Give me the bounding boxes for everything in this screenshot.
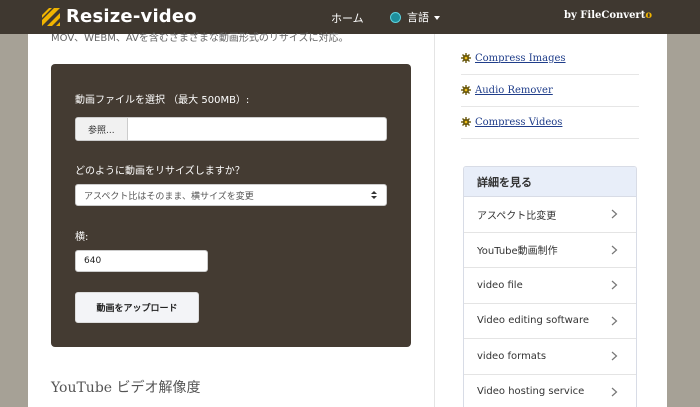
see-more-item-label: video file — [477, 279, 523, 291]
sidebar-link-compress-videos[interactable]: Compress Videos — [461, 106, 639, 139]
chevron-right-icon — [611, 351, 618, 361]
width-label: 横: — [75, 232, 89, 243]
select-arrows-icon — [371, 191, 377, 199]
language-label: 言語 — [407, 11, 429, 24]
globe-icon — [390, 11, 401, 23]
sidebar-link-label[interactable]: Audio Remover — [475, 85, 553, 96]
diagonal-bars-logo-icon — [42, 7, 60, 26]
sidebar-link-label[interactable]: Compress Images — [475, 53, 566, 64]
file-label: 動画ファイルを選択 （最大 500MB）: — [75, 95, 250, 106]
sidebar-link-label[interactable]: Compress Videos — [475, 117, 562, 128]
see-more-item[interactable]: video formats — [464, 339, 636, 375]
site-logo[interactable]: Resize-video — [42, 6, 197, 27]
see-more-item[interactable]: Video editing software — [464, 304, 636, 339]
nav-home-link[interactable]: ホーム — [331, 10, 364, 26]
resize-mode-select[interactable]: アスペクト比はそのまま、横サイズを変更 — [75, 184, 387, 206]
sidebar-link-compress-images[interactable]: Compress Images — [461, 42, 639, 75]
gear-icon — [461, 53, 471, 63]
chevron-right-icon — [611, 280, 618, 290]
chevron-right-icon — [611, 387, 618, 396]
gear-icon — [461, 117, 471, 127]
resize-form-panel: 動画ファイルを選択 （最大 500MB）: 参照... どのように動画をリサイズ… — [51, 64, 411, 347]
byline-text: by FileConvert — [564, 10, 646, 21]
width-input[interactable]: 640 — [75, 250, 208, 272]
language-menu[interactable]: 言語 — [390, 9, 440, 25]
browse-button[interactable]: 参照... — [76, 118, 128, 140]
see-more-item[interactable]: アスペクト比変更 — [464, 197, 636, 233]
see-more-item-label: アスペクト比変更 — [477, 210, 557, 222]
see-more-item[interactable]: video file — [464, 268, 636, 304]
chevron-right-icon — [611, 316, 618, 325]
byline-link[interactable]: by FileConverto — [564, 10, 652, 21]
see-more-item-label: YouTube動画制作 — [477, 246, 558, 258]
see-more-item-label: Video editing software — [477, 315, 589, 327]
gear-icon — [461, 85, 471, 95]
section-heading: YouTube ビデオ解像度 — [51, 380, 201, 396]
see-more-item[interactable]: Video hosting service — [464, 375, 636, 407]
see-more-box: 詳細を見る アスペクト比変更 YouTube動画制作 video file Vi… — [463, 166, 637, 407]
caret-down-icon — [434, 16, 440, 20]
resize-mode-label: どのように動画をリサイズしますか？ — [75, 166, 245, 177]
resize-mode-value: アスペクト比はそのまま、横サイズを変更 — [84, 191, 254, 202]
column-divider — [434, 34, 435, 407]
sidebar-link-audio-remover[interactable]: Audio Remover — [461, 74, 639, 107]
chevron-right-icon — [611, 209, 618, 219]
see-more-title: 詳細を見る — [464, 167, 636, 197]
byline-accent: o — [645, 10, 652, 21]
chevron-right-icon — [611, 245, 618, 254]
width-value: 640 — [84, 256, 102, 266]
file-input[interactable]: 参照... — [75, 117, 387, 141]
see-more-item-label: video formats — [477, 350, 547, 362]
site-name: Resize-video — [66, 6, 197, 27]
intro-text: MOV、WEBM、AVを含むさまざまな動画形式のリサイズに対応。 — [51, 33, 349, 44]
see-more-item[interactable]: YouTube動画制作 — [464, 233, 636, 268]
upload-video-button[interactable]: 動画をアップロード — [75, 292, 199, 323]
see-more-item-label: Video hosting service — [477, 386, 585, 398]
